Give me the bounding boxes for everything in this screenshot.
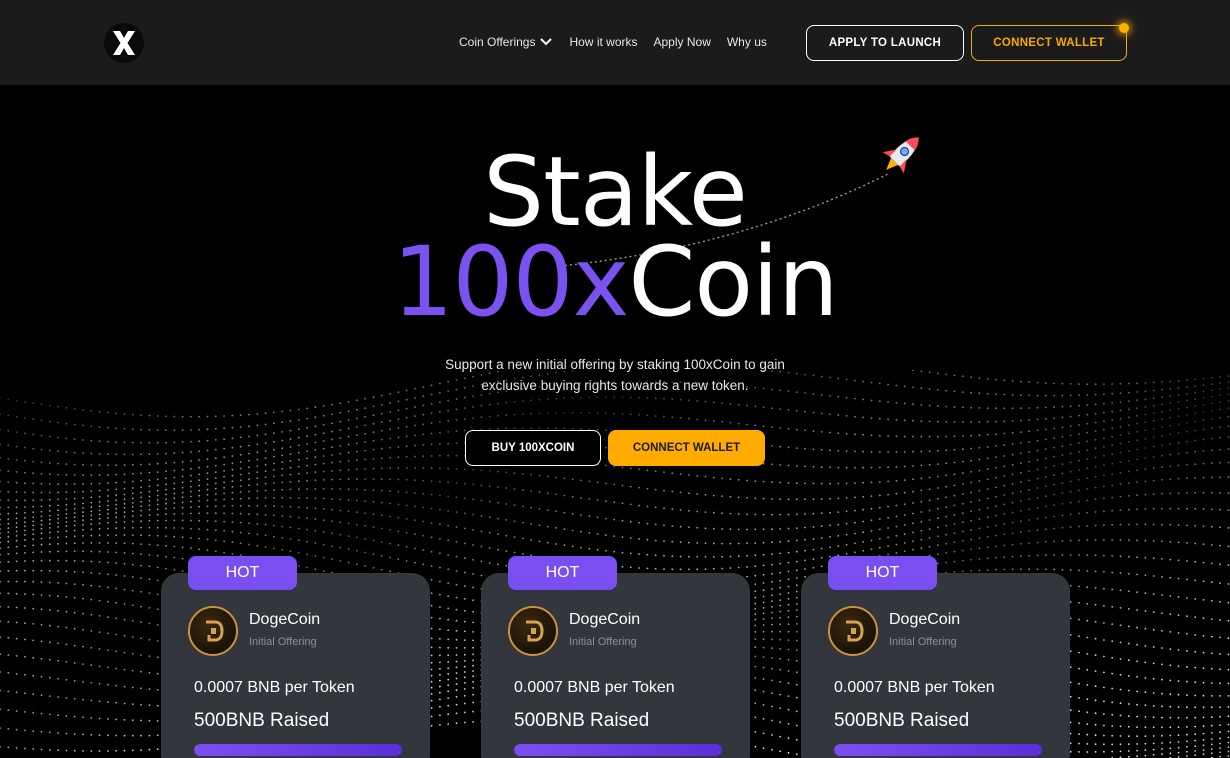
nav-why-us-label: Why us	[726, 35, 767, 49]
hot-badge: HOT	[188, 556, 297, 590]
hot-badge: HOT	[828, 556, 937, 590]
nav-how-it-works-label: How it works	[569, 35, 638, 49]
hero-title-accent: 100x	[392, 226, 629, 338]
amount-raised: 500BNB Raised	[514, 710, 650, 731]
nav-coin-offerings-label: Coin Offerings	[459, 35, 536, 49]
amount-raised: 500BNB Raised	[194, 710, 330, 731]
coin-subtitle: Initial Offering	[249, 636, 317, 648]
buy-100xcoin-button[interactable]: BUY 100XCOIN	[465, 430, 601, 466]
progress-fill	[514, 744, 722, 756]
coin-logo	[828, 606, 878, 656]
progress-fill	[194, 744, 402, 756]
coin-name: DogeCoin	[569, 611, 641, 628]
nav-apply-now-label: Apply Now	[653, 35, 711, 49]
nav-why-us[interactable]: Why us	[727, 35, 767, 49]
coin-subtitle: Initial Offering	[889, 636, 957, 648]
hero-title-line2: 100xCoin	[0, 234, 1230, 330]
amount-raised: 500BNB Raised	[834, 710, 970, 731]
hero-connect-wallet-button[interactable]: CONNECT WALLET	[608, 430, 765, 466]
nav-coin-offerings[interactable]: Coin Offerings	[459, 35, 553, 49]
chevron-down-icon	[540, 38, 553, 46]
doge-coin-icon	[526, 620, 544, 642]
token-price: 0.0007 BNB per Token	[834, 679, 995, 696]
hot-badge: HOT	[508, 556, 617, 590]
offering-card[interactable]: DogeCoin Initial Offering 0.0007 BNB per…	[801, 573, 1070, 758]
hero-subtitle-line1: Support a new initial offering by stakin…	[445, 357, 785, 372]
offering-card[interactable]: DogeCoin Initial Offering 0.0007 BNB per…	[481, 573, 750, 758]
header-connect-wallet-button[interactable]: CONNECT WALLET	[971, 25, 1127, 61]
coin-logo	[508, 606, 558, 656]
coin-name: DogeCoin	[889, 611, 961, 628]
nav-how-it-works[interactable]: How it works	[569, 35, 637, 49]
doge-coin-icon	[846, 620, 864, 642]
coin-logo	[188, 606, 238, 656]
hero-subtitle-line2: exclusive buying rights towards a new to…	[481, 378, 749, 393]
notification-dot	[1119, 23, 1129, 33]
logo[interactable]	[104, 23, 144, 63]
hero-subtitle: Support a new initial offering by stakin…	[0, 354, 1230, 396]
raise-progress-bar	[514, 744, 722, 756]
progress-fill	[834, 744, 1042, 756]
main-nav: Coin Offerings How it works Apply Now Wh…	[459, 35, 767, 49]
offering-card[interactable]: DogeCoin Initial Offering 0.0007 BNB per…	[161, 573, 430, 758]
doge-coin-icon	[206, 620, 224, 642]
x-logo-icon	[113, 31, 135, 55]
token-price: 0.0007 BNB per Token	[194, 679, 355, 696]
apply-to-launch-button[interactable]: APPLY TO LAUNCH	[806, 25, 964, 61]
coin-name: DogeCoin	[249, 611, 321, 628]
raise-progress-bar	[834, 744, 1042, 756]
hero-title-rest: Coin	[628, 226, 838, 338]
coin-subtitle: Initial Offering	[569, 636, 637, 648]
token-price: 0.0007 BNB per Token	[514, 679, 675, 696]
top-navbar: Coin Offerings How it works Apply Now Wh…	[0, 0, 1230, 85]
nav-apply-now[interactable]: Apply Now	[654, 35, 711, 49]
raise-progress-bar	[194, 744, 402, 756]
